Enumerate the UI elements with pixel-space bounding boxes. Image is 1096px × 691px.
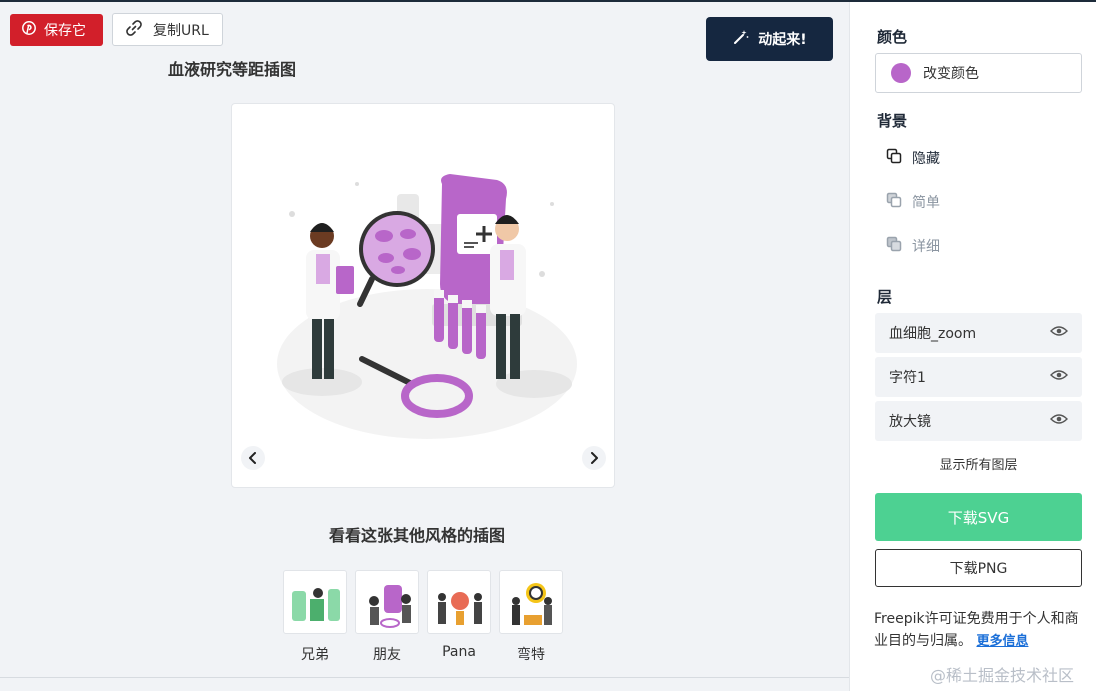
background-option-label: 隐藏 <box>912 151 940 167</box>
style-label: Pana <box>442 644 476 660</box>
background-heading: 背景 <box>877 112 908 130</box>
illustration-preview <box>231 103 615 488</box>
download-png-button[interactable]: 下载PNG <box>875 549 1082 587</box>
license-notice: Freepik许可证免费用于个人和商业目的与归属。 更多信息 <box>874 608 1084 653</box>
background-option-hide[interactable]: 隐藏 <box>886 148 940 168</box>
layers-icon <box>886 148 902 168</box>
style-label: 弯特 <box>517 647 545 663</box>
page-title: 血液研究等距插图 <box>168 60 297 79</box>
eye-icon[interactable] <box>1050 325 1068 341</box>
style-thumb-pana[interactable] <box>427 570 491 634</box>
download-svg-button[interactable]: 下载SVG <box>875 493 1082 541</box>
previous-button[interactable] <box>241 446 265 470</box>
animate-label: 动起来! <box>758 32 807 48</box>
layer-label: 放大镜 <box>889 414 931 430</box>
style-thumb-brother[interactable] <box>283 570 347 634</box>
link-icon <box>125 19 143 41</box>
style-label: 兄弟 <box>301 647 329 663</box>
color-heading: 颜色 <box>877 28 908 46</box>
color-swatch <box>891 63 911 83</box>
save-label: 保存它 <box>44 23 86 39</box>
pinterest-icon <box>22 21 36 39</box>
show-all-layers-link[interactable]: 显示所有图层 <box>875 454 1082 473</box>
magic-wand-icon <box>732 28 750 50</box>
copy-url-label: 复制URL <box>153 22 209 39</box>
style-thumb-bro[interactable] <box>499 570 563 634</box>
style-preview-image <box>438 592 482 625</box>
layer-item[interactable]: 放大镜 <box>875 401 1082 441</box>
other-styles-heading: 看看这张其他风格的插图 <box>329 526 506 545</box>
copy-url-button[interactable]: 复制URL <box>112 13 223 46</box>
style-preview-image <box>292 588 340 621</box>
background-option-label: 详细 <box>912 239 940 255</box>
watermark: @稀土掘金技术社区 <box>930 666 1075 685</box>
layer-label: 字符1 <box>889 370 926 386</box>
layers-simple-icon <box>886 192 902 212</box>
layers-detailed-icon <box>886 236 902 256</box>
blood-research-illustration <box>277 174 577 439</box>
bottom-divider <box>0 677 849 678</box>
layer-item[interactable]: 字符1 <box>875 357 1082 397</box>
change-color-label: 改变颜色 <box>923 66 979 82</box>
main-area: 保存它 复制URL 动起来! 血液研究等距插图 看看这张其他风格的插图 兄弟 朋… <box>0 2 849 691</box>
chevron-left-icon <box>248 449 258 468</box>
layer-label: 血细胞_zoom <box>889 326 977 342</box>
chevron-right-icon <box>589 449 599 468</box>
eye-icon[interactable] <box>1050 413 1068 429</box>
layers-heading: 层 <box>877 288 893 306</box>
pinterest-save-button[interactable]: 保存它 <box>10 14 103 46</box>
more-info-link[interactable]: 更多信息 <box>976 634 1028 649</box>
style-label: 朋友 <box>373 647 401 663</box>
layer-item[interactable]: 血细胞_zoom <box>875 313 1082 353</box>
change-color-button[interactable]: 改变颜色 <box>875 53 1082 93</box>
style-thumb-friend[interactable] <box>355 570 419 634</box>
style-preview-image <box>369 585 411 628</box>
background-option-simple[interactable]: 简单 <box>886 192 940 212</box>
eye-icon[interactable] <box>1050 369 1068 385</box>
background-option-detailed[interactable]: 详细 <box>886 236 940 256</box>
editor-panel: 颜色 改变颜色 背景 隐藏 简单 详细 层 血细胞_zoom 字符1 放大镜 显… <box>849 2 1096 691</box>
next-button[interactable] <box>582 446 606 470</box>
style-preview-image <box>512 583 552 625</box>
background-option-label: 简单 <box>912 195 940 211</box>
animate-button[interactable]: 动起来! <box>706 17 833 61</box>
